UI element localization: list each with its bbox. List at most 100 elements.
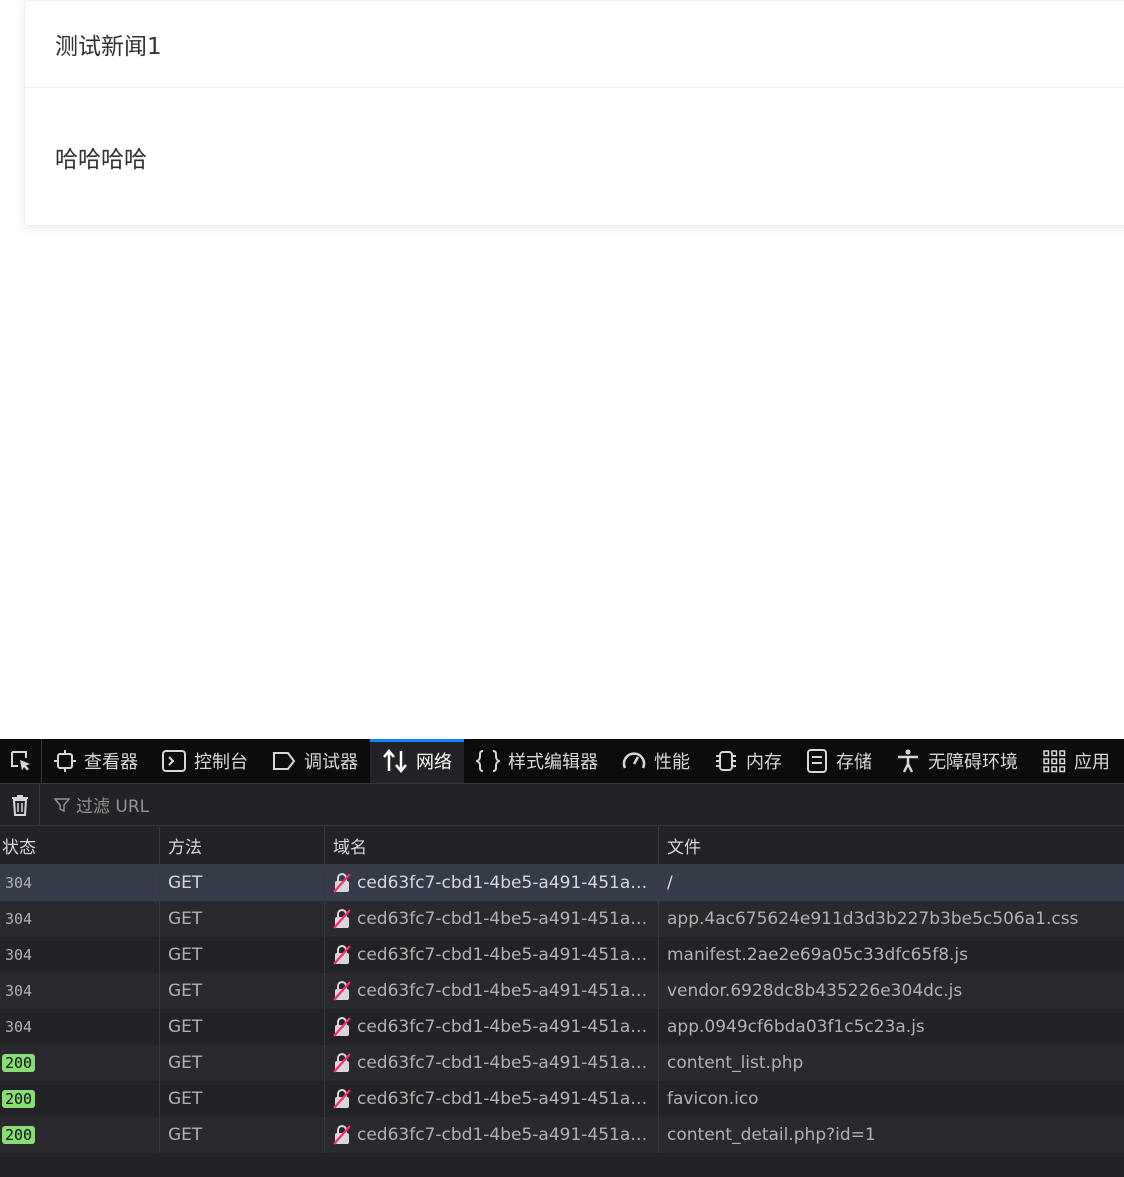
status-code: 304	[5, 910, 33, 928]
tab-performance[interactable]: 性能	[610, 739, 702, 783]
file-cell: content_detail.php?id=1	[667, 1125, 876, 1145]
domain-text: ced63fc7-cbd1-4be5-a491-451a05...	[357, 1053, 658, 1073]
tab-label: 应用	[1074, 752, 1110, 773]
insecure-lock-icon	[333, 1089, 351, 1109]
tab-label: 网络	[416, 752, 452, 773]
tab-application[interactable]: 应用	[1030, 739, 1122, 783]
method-cell: GET	[160, 1009, 325, 1045]
network-toolbar: 过滤 URL	[0, 783, 1124, 826]
tab-memory[interactable]: 内存	[702, 739, 794, 783]
tab-inspector[interactable]: 查看器	[42, 739, 150, 783]
status-cell: 200	[0, 1081, 160, 1117]
file-cell: vendor.6928dc8b435226e304dc.js	[667, 981, 963, 1001]
debugger-icon	[272, 751, 304, 771]
file-cell: /	[667, 873, 673, 893]
element-picker-icon	[10, 751, 30, 771]
devtools-tabs: 查看器 控制台 调试器 网络 样式编辑器 性能 内存 存储 无障碍环境 应用	[42, 739, 1122, 783]
column-header-file[interactable]: 文件	[659, 826, 1124, 864]
method-cell: GET	[160, 973, 325, 1009]
domain-text: ced63fc7-cbd1-4be5-a491-451a05...	[357, 1089, 658, 1109]
clear-button[interactable]	[0, 783, 40, 826]
method-cell: GET	[160, 901, 325, 937]
news-card: 测试新闻1 哈哈哈哈	[24, 0, 1124, 226]
column-header-domain[interactable]: 域名	[325, 826, 659, 864]
domain-text: ced63fc7-cbd1-4be5-a491-451a05...	[357, 1125, 658, 1145]
method-cell: GET	[160, 865, 325, 901]
column-header-method[interactable]: 方法	[160, 826, 325, 864]
tab-network[interactable]: 网络	[370, 739, 464, 783]
domain-text: ced63fc7-cbd1-4be5-a491-451a05...	[357, 1017, 658, 1037]
method-cell: GET	[160, 1081, 325, 1117]
domain-cell: ced63fc7-cbd1-4be5-a491-451a05...	[325, 865, 659, 901]
table-row[interactable]: 304 GET ced63fc7-cbd1-4be5-a491-451a05... /	[0, 865, 1124, 901]
storage-icon	[806, 749, 836, 773]
status-code: 304	[5, 874, 33, 892]
method-cell: GET	[160, 937, 325, 973]
domain-cell: ced63fc7-cbd1-4be5-a491-451a05...	[325, 1009, 659, 1045]
element-picker-button[interactable]	[0, 739, 42, 783]
table-header: 状态 方法 域名 文件	[0, 826, 1124, 865]
table-body: 304 GET ced63fc7-cbd1-4be5-a491-451a05... /…	[0, 865, 1124, 1153]
tab-accessibility[interactable]: 无障碍环境	[884, 739, 1030, 783]
domain-text: ced63fc7-cbd1-4be5-a491-451a05...	[357, 981, 658, 1001]
table-row[interactable]: 200 GET ced63fc7-cbd1-4be5-a491-451a05... c…	[0, 1117, 1124, 1153]
status-code: 200	[2, 1054, 36, 1072]
style-editor-icon	[476, 750, 508, 772]
tab-label: 内存	[746, 752, 782, 773]
status-code: 304	[5, 946, 33, 964]
domain-cell: ced63fc7-cbd1-4be5-a491-451a05...	[325, 1045, 659, 1081]
tab-label: 性能	[654, 752, 690, 773]
status-cell: 304	[0, 865, 160, 901]
file-cell: app.0949cf6bda03f1c5c23a.js	[667, 1017, 925, 1037]
status-code: 304	[5, 982, 33, 1000]
domain-text: ced63fc7-cbd1-4be5-a491-451a05...	[357, 873, 658, 893]
column-header-status[interactable]: 状态	[0, 826, 160, 864]
performance-icon	[622, 750, 654, 772]
tab-label: 调试器	[304, 752, 358, 773]
table-row[interactable]: 200 GET ced63fc7-cbd1-4be5-a491-451a05... c…	[0, 1045, 1124, 1081]
status-cell: 304	[0, 973, 160, 1009]
filter-url-input[interactable]: 过滤 URL	[40, 792, 149, 817]
accessibility-icon	[896, 749, 928, 773]
tab-style-editor[interactable]: 样式编辑器	[464, 739, 610, 783]
table-row[interactable]: 200 GET ced63fc7-cbd1-4be5-a491-451a05... f…	[0, 1081, 1124, 1117]
status-code: 200	[2, 1126, 36, 1144]
tab-storage[interactable]: 存储	[794, 739, 884, 783]
domain-cell: ced63fc7-cbd1-4be5-a491-451a05...	[325, 973, 659, 1009]
status-cell: 304	[0, 937, 160, 973]
status-code: 304	[5, 1018, 33, 1036]
tab-console[interactable]: 控制台	[150, 739, 260, 783]
requests-table: 状态 方法 域名 文件 304 GET ced63fc7-cbd1-4be5-a49…	[0, 826, 1124, 1153]
status-cell: 200	[0, 1117, 160, 1153]
table-row[interactable]: 304 GET ced63fc7-cbd1-4be5-a491-451a05... m…	[0, 937, 1124, 973]
domain-cell: ced63fc7-cbd1-4be5-a491-451a05...	[325, 1081, 659, 1117]
file-cell: content_list.php	[667, 1053, 804, 1073]
file-cell: manifest.2ae2e69a05c33dfc65f8.js	[667, 945, 969, 965]
status-cell: 304	[0, 901, 160, 937]
table-row[interactable]: 304 GET ced63fc7-cbd1-4be5-a491-451a05... a…	[0, 1009, 1124, 1045]
status-cell: 200	[0, 1045, 160, 1081]
trash-icon	[11, 794, 28, 816]
tab-debugger[interactable]: 调试器	[260, 739, 370, 783]
table-row[interactable]: 304 GET ced63fc7-cbd1-4be5-a491-451a05... v…	[0, 973, 1124, 1009]
status-cell: 304	[0, 1009, 160, 1045]
method-cell: GET	[160, 1117, 325, 1153]
insecure-lock-icon	[333, 981, 351, 1001]
file-cell: app.4ac675624e911d3d3b227b3be5c506a1.css	[667, 909, 1079, 929]
page: 测试新闻1 哈哈哈哈 查看器 控制台 调试器 网络 样式编辑器 性能 内存 存储 无障碍环境 应用	[0, 0, 1124, 1177]
domain-cell: ced63fc7-cbd1-4be5-a491-451a05...	[325, 937, 659, 973]
domain-cell: ced63fc7-cbd1-4be5-a491-451a05...	[325, 1117, 659, 1153]
insecure-lock-icon	[333, 1017, 351, 1037]
file-cell: favicon.ico	[667, 1089, 759, 1109]
insecure-lock-icon	[333, 1125, 351, 1145]
memory-icon	[714, 749, 746, 773]
domain-text: ced63fc7-cbd1-4be5-a491-451a05...	[357, 945, 658, 965]
news-body: 哈哈哈哈	[55, 147, 147, 173]
filter-icon	[54, 797, 70, 812]
table-row[interactable]: 304 GET ced63fc7-cbd1-4be5-a491-451a05... a…	[0, 901, 1124, 937]
tab-label: 样式编辑器	[508, 752, 598, 773]
insecure-lock-icon	[333, 945, 351, 965]
insecure-lock-icon	[333, 1053, 351, 1073]
console-icon	[162, 750, 194, 772]
tab-label: 控制台	[194, 752, 248, 773]
